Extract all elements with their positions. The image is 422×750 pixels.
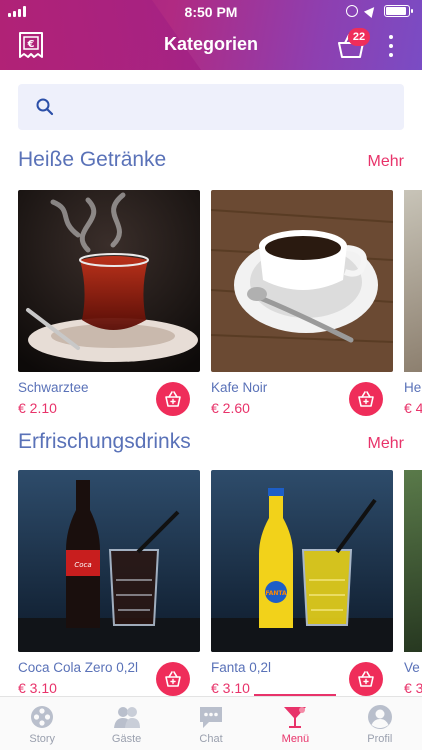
basket-add-icon — [358, 671, 374, 687]
tab-label: Chat — [199, 733, 223, 745]
product-price: € 3.10 — [18, 680, 57, 696]
section-title-hot-drinks: Heiße Getränke — [18, 148, 167, 171]
product-price-partial-2: € 3 — [404, 680, 422, 696]
add-to-basket-button[interactable] — [349, 382, 383, 416]
basket-add-icon — [165, 671, 181, 687]
tab-label: Profil — [367, 733, 393, 745]
product-price: € 2.10 — [18, 400, 57, 416]
product-name-partial-2: Ve — [404, 660, 420, 675]
tab-profile[interactable]: Profil — [338, 697, 422, 750]
more-link-hot-drinks[interactable]: Mehr — [368, 153, 404, 171]
status-bar: 8:50 PM — [0, 0, 422, 24]
tab-label: Menü — [281, 733, 310, 745]
product-image-partial — [404, 190, 422, 372]
tab-story[interactable]: Story — [0, 697, 84, 750]
tab-label: Story — [29, 733, 56, 745]
location-icon — [363, 3, 379, 19]
guests-icon — [113, 707, 140, 728]
search-icon — [36, 98, 54, 116]
product-name: Schwarztee — [18, 380, 89, 395]
film-reel-icon — [31, 706, 54, 728]
profile-icon — [367, 705, 392, 729]
tab-label: Gäste — [111, 733, 142, 745]
bottom-tab-bar: Story Gäste Chat Menü Profil — [0, 696, 422, 750]
svg-text:FANTA: FANTA — [265, 590, 287, 597]
product-card-fanta[interactable]: FANTA Fanta 0,2l € 3.10 — [211, 470, 393, 696]
product-image-partial-2 — [404, 470, 422, 652]
chat-icon — [200, 707, 223, 728]
add-to-basket-button[interactable] — [156, 662, 190, 696]
more-link-refreshments[interactable]: Mehr — [368, 435, 404, 453]
product-card-schwarztee[interactable]: Schwarztee € 2.10 — [18, 190, 200, 416]
product-name: Coca Cola Zero 0,2l — [18, 660, 139, 675]
battery-icon — [384, 5, 413, 17]
section-title-refreshments: Erfrischungsdrinks — [18, 430, 191, 453]
more-options-icon[interactable] — [384, 35, 398, 57]
product-image-schwarztee — [18, 190, 200, 372]
tab-guests[interactable]: Gäste — [84, 697, 168, 750]
add-to-basket-button[interactable] — [156, 382, 190, 416]
product-card-coca-cola[interactable]: Coca Coca Cola Zero 0,2l € 3.10 — [18, 470, 200, 696]
basket-add-icon — [358, 391, 374, 407]
product-card-partial-2[interactable] — [404, 470, 422, 652]
cocktail-icon — [284, 707, 307, 728]
add-to-basket-button[interactable] — [349, 662, 383, 696]
search-bar[interactable] — [18, 84, 404, 130]
app-header: 8:50 PM € Kategorien 22 — [0, 0, 422, 70]
product-price: € 2.60 — [211, 400, 250, 416]
product-image-coca-cola: Coca — [18, 470, 200, 652]
basket-count-badge: 22 — [348, 28, 370, 46]
product-image-fanta: FANTA — [211, 470, 393, 652]
tab-menu[interactable]: Menü — [253, 697, 337, 750]
product-name: Fanta 0,2l — [211, 660, 272, 675]
product-image-kafe-noir — [211, 190, 393, 372]
product-price: € 3.10 — [211, 680, 250, 696]
product-price-partial: € 4 — [404, 400, 422, 416]
tab-chat[interactable]: Chat — [169, 697, 253, 750]
product-name: Kafe Noir — [211, 380, 268, 395]
svg-text:Coca: Coca — [74, 561, 91, 569]
product-card-partial[interactable] — [404, 190, 422, 372]
basket-add-icon — [165, 391, 181, 407]
search-input[interactable] — [64, 84, 394, 130]
orientation-lock-icon — [346, 5, 358, 17]
product-card-kafe-noir[interactable]: Kafe Noir € 2.60 — [211, 190, 393, 416]
product-name-partial: He — [404, 380, 422, 395]
